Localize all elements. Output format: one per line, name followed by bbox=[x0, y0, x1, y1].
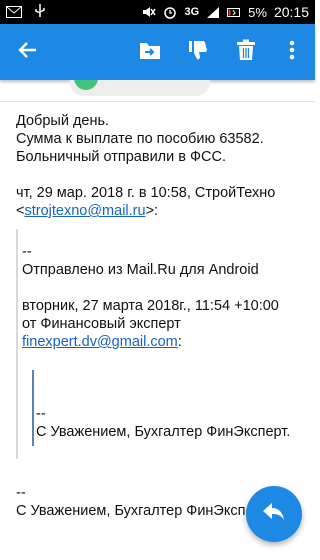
sent-from-line: Отправлено из Mail.Ru для Android bbox=[22, 262, 259, 278]
body-line-fss: Больничный отправили в ФСС. bbox=[16, 149, 226, 165]
mail-notification-icon bbox=[6, 6, 22, 18]
thumbs-down-icon bbox=[187, 39, 209, 66]
battery-percent: 5% bbox=[248, 4, 267, 20]
delete-button[interactable] bbox=[226, 24, 266, 80]
colon: : bbox=[177, 334, 182, 350]
body-line-amount: Сумма к выплате по пособию 63582. bbox=[16, 131, 264, 147]
network-type: 3G bbox=[184, 6, 200, 18]
quoted-message: -- Отправлено из Mail.Ru для Android вто… bbox=[22, 243, 307, 351]
more-options-button[interactable] bbox=[272, 24, 312, 80]
quote-header: чт, 29 мар. 2018 г. в 10:58, СтройТехно bbox=[16, 185, 276, 201]
quote-header-email-line: <strojtexno@mail.ru>: bbox=[16, 202, 306, 220]
more-vert-icon bbox=[289, 40, 295, 65]
notification-icons bbox=[6, 4, 46, 21]
move-to-folder-button[interactable] bbox=[130, 24, 170, 80]
nested-email-line: finexpert.dv@gmail.com: bbox=[22, 333, 307, 351]
reply-button[interactable] bbox=[246, 486, 302, 542]
mute-icon bbox=[142, 5, 157, 19]
nested-quoted-message: -- С Уважением, Бухгалтер ФинЭксперт. bbox=[36, 405, 306, 441]
spam-button[interactable] bbox=[178, 24, 218, 80]
delete-icon bbox=[236, 39, 256, 66]
finexpert-email-link[interactable]: finexpert.dv@gmail.com bbox=[22, 334, 178, 350]
battery-icon bbox=[227, 5, 241, 19]
quote-bar-inner bbox=[32, 370, 34, 446]
back-button[interactable] bbox=[8, 24, 48, 80]
divider bbox=[0, 101, 315, 102]
alarm-icon bbox=[163, 5, 177, 19]
nested-signature: С Уважением, Бухгалтер ФинЭксперт. bbox=[36, 424, 291, 440]
signal-icon bbox=[206, 6, 220, 19]
nested-quote-from: от Финансовый эксперт bbox=[22, 316, 181, 332]
app-bar bbox=[0, 24, 315, 80]
usb-icon bbox=[34, 4, 46, 18]
message-body: Добрый день. Сумма к выплате по пособию … bbox=[16, 112, 306, 220]
status-right: 3G 5% 20:15 bbox=[142, 4, 309, 20]
move-to-folder-icon bbox=[138, 39, 162, 66]
quote-dashes: -- bbox=[22, 244, 32, 260]
nested-quote-date: вторник, 27 марта 2018г., 11:54 +10:00 bbox=[22, 298, 279, 314]
angle-close: >: bbox=[145, 203, 159, 219]
back-arrow-icon bbox=[18, 40, 38, 65]
status-bar: 3G 5% 20:15 bbox=[0, 0, 315, 24]
sender-chip-peek[interactable] bbox=[0, 80, 315, 102]
greeting: Добрый день. bbox=[16, 113, 110, 129]
clock: 20:15 bbox=[273, 4, 309, 20]
quote-bar-outer bbox=[16, 229, 18, 459]
reply-icon bbox=[263, 502, 285, 526]
nested-dashes: -- bbox=[36, 406, 46, 422]
quote-sender-email-link[interactable]: strojtexno@mail.ru bbox=[24, 203, 145, 219]
